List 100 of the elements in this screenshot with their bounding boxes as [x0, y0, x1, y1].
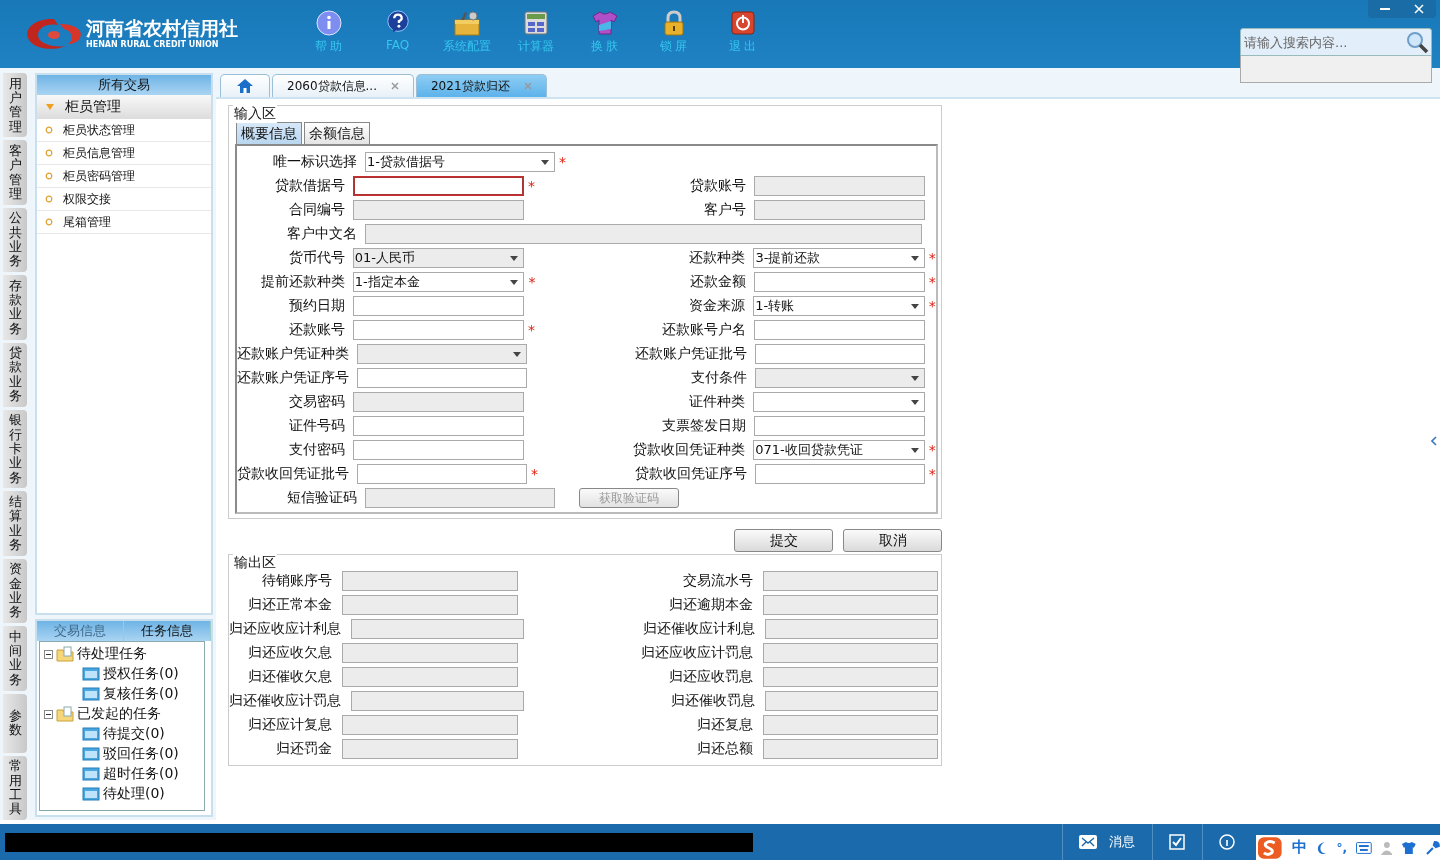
input-field[interactable]	[352, 176, 525, 196]
field-label: 合同编号	[287, 201, 346, 219]
form-tab[interactable]: 余额信息	[304, 122, 370, 144]
field-label: 客户中文名	[286, 225, 358, 243]
select-field[interactable]: 1-转账	[753, 296, 925, 316]
side-tab[interactable]: 存款业务	[3, 275, 27, 340]
input-field[interactable]	[755, 344, 925, 364]
select-field[interactable]: 3-提前还款	[753, 248, 925, 268]
input-field[interactable]	[754, 464, 925, 484]
panel-tab[interactable]: 任务信息	[124, 621, 211, 641]
tree-item[interactable]: 待处理(0)	[103, 785, 165, 803]
home-tab[interactable]	[220, 74, 270, 97]
tree-item[interactable]: 超时任务(0)	[103, 765, 179, 783]
input-field[interactable]	[357, 368, 527, 388]
folder-icon	[82, 787, 100, 801]
input-field[interactable]	[352, 392, 524, 412]
tree-item[interactable]: 授权任务(0)	[103, 665, 179, 683]
shirt-icon[interactable]	[1401, 840, 1418, 855]
logo-title: 河南省农村信用社	[86, 17, 238, 39]
tree-item[interactable]: 待提交(0)	[103, 725, 165, 743]
page-tab[interactable]: 2060贷款信息...	[272, 74, 414, 97]
moon-icon[interactable]	[1315, 840, 1328, 855]
required-mark: *	[529, 466, 538, 482]
select-field[interactable]: 1-指定本金	[352, 272, 525, 292]
input-field[interactable]	[753, 176, 925, 196]
menu-item[interactable]: 权限交接	[37, 188, 211, 211]
input-field[interactable]	[753, 416, 925, 436]
status-item[interactable]: 消息	[1062, 824, 1152, 860]
action-button[interactable]: 取消	[843, 529, 942, 552]
collapse-icon[interactable]	[44, 649, 53, 659]
section-title: 输入区	[233, 105, 277, 123]
input-field[interactable]	[352, 296, 524, 316]
select-field[interactable]: 1-贷款借据号	[365, 152, 555, 172]
section-title: 输出区	[233, 554, 277, 572]
input-field[interactable]	[365, 488, 555, 508]
tree-item[interactable]: 驳回任务(0)	[103, 745, 179, 763]
select-field[interactable]	[357, 344, 528, 364]
menu-item[interactable]: 柜员信息管理	[37, 142, 211, 165]
field-label: 归还复息	[695, 716, 754, 734]
wrench-icon[interactable]	[1426, 840, 1440, 855]
select-field[interactable]	[753, 392, 925, 412]
required-mark: *	[927, 442, 936, 458]
tree-item[interactable]: 已发起的任务	[77, 705, 161, 723]
ime-punctuation[interactable]: °,	[1336, 840, 1347, 855]
close-icon[interactable]	[523, 82, 532, 90]
ime-logo-icon[interactable]	[1257, 835, 1283, 860]
side-tab[interactable]: 贷款业务	[3, 342, 27, 407]
menu-item[interactable]: 柜员状态管理	[37, 119, 211, 142]
user-icon[interactable]	[1380, 840, 1393, 855]
search-field[interactable]: 请输入搜索内容...	[1240, 28, 1432, 56]
side-tab[interactable]: 用户管理	[3, 73, 27, 138]
tree-item[interactable]: 待处理任务	[77, 645, 147, 663]
ime-mode[interactable]: 中	[1291, 838, 1307, 857]
page-tab[interactable]: 2021贷款归还	[416, 74, 547, 97]
input-field[interactable]	[365, 224, 922, 244]
info-icon	[315, 10, 342, 36]
input-field[interactable]	[352, 416, 525, 436]
input-field[interactable]	[352, 320, 525, 340]
field-label: 归还催收欠息	[247, 668, 334, 686]
field-label: 归还催收应计利息	[642, 620, 757, 638]
field-label: 贷款收回凭证序号	[633, 465, 748, 483]
close-icon[interactable]	[391, 82, 399, 90]
input-field[interactable]	[753, 272, 925, 292]
required-mark: *	[527, 178, 536, 194]
side-tab[interactable]: 资金业务	[3, 558, 27, 624]
collapse-icon[interactable]	[44, 709, 53, 719]
side-tab[interactable]: 参数	[3, 693, 27, 753]
side-tab[interactable]: 中间业务	[3, 626, 27, 691]
side-tab[interactable]: 客户管理	[3, 140, 27, 205]
menu-group[interactable]: 柜员管理	[37, 95, 211, 119]
logo-subtitle: HENAN RURAL CREDIT UNION	[86, 39, 220, 51]
side-tab[interactable]: 公共业务	[3, 207, 27, 273]
field-label: 贷款账号	[688, 177, 747, 195]
field-label: 归还催收罚息	[670, 692, 757, 710]
field-label: 提前还款种类	[259, 273, 346, 291]
keyboard-icon[interactable]	[1355, 841, 1372, 854]
folder-icon	[56, 646, 74, 662]
menu-item[interactable]: 尾箱管理	[37, 211, 211, 234]
side-tab[interactable]: 结算业务	[3, 491, 27, 556]
select-field[interactable]: 071-收回贷款凭证	[753, 440, 925, 460]
menu-item[interactable]: 柜员密码管理	[37, 165, 211, 188]
input-field[interactable]	[352, 200, 525, 220]
bullet-icon	[45, 172, 53, 180]
input-field[interactable]	[357, 464, 527, 484]
field-label: 贷款借据号	[273, 177, 346, 195]
tree-item[interactable]: 复核任务(0)	[103, 685, 179, 703]
required-mark: *	[927, 250, 936, 266]
side-tab[interactable]: 常用工具	[3, 755, 27, 820]
input-field[interactable]	[352, 440, 524, 460]
field-label: 还款账户凭证批号	[634, 345, 749, 363]
select-field[interactable]: 01-人民币	[352, 248, 525, 268]
select-field[interactable]	[754, 368, 925, 388]
input-field[interactable]	[753, 320, 925, 340]
input-field[interactable]	[753, 200, 925, 220]
form-tab[interactable]: 概要信息	[236, 122, 302, 144]
field-label: 归还应收应计利息	[229, 620, 342, 638]
action-button[interactable]: 提交	[734, 529, 833, 552]
field-label: 还款账号户名	[660, 321, 747, 339]
side-tab[interactable]: 银行卡业务	[3, 409, 27, 489]
bullet-icon	[45, 126, 53, 134]
